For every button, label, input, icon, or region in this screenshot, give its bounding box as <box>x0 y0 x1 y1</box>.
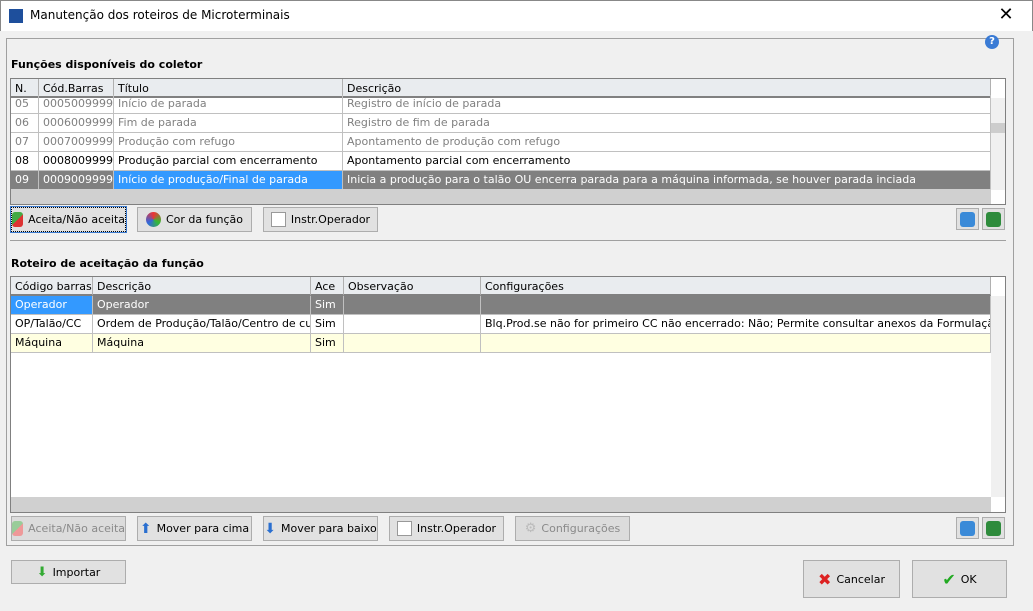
table-cell[interactable]: 09 <box>11 171 39 190</box>
arrow-down-icon: ⬇ <box>264 520 277 537</box>
table-cell[interactable]: Operador <box>11 296 93 315</box>
table-cell[interactable]: Início de produção/Final de parada <box>114 171 343 190</box>
excel-export-icon[interactable] <box>982 517 1005 539</box>
table-cell[interactable]: Registro de fim de parada <box>343 114 991 133</box>
table-cell[interactable] <box>344 296 481 315</box>
document-icon <box>396 521 412 536</box>
table-cell[interactable]: Ordem de Produção/Talão/Centro de custo <box>93 315 311 334</box>
table-cell[interactable]: Máquina <box>11 334 93 353</box>
table-cell[interactable] <box>481 296 991 315</box>
close-button[interactable]: ✕ <box>995 4 1017 25</box>
import-button[interactable]: ⬇ Importar <box>11 560 126 584</box>
layout-icon[interactable] <box>956 208 979 230</box>
functions-label: Funções disponíveis do coletor <box>11 58 203 71</box>
help-icon[interactable]: ? <box>985 35 999 49</box>
table-cell[interactable]: Apontamento parcial com encerramento <box>343 152 991 171</box>
configurations-button[interactable]: ⚙ Configurações <box>515 516 630 541</box>
excel-export-icon[interactable] <box>982 208 1005 230</box>
layout-icon[interactable] <box>956 517 979 539</box>
column-header[interactable]: Código barras <box>11 277 93 296</box>
palette-icon <box>146 212 161 227</box>
routing-grid[interactable]: Código barras Descrição Ace Observação Confi… <box>10 276 1006 513</box>
accept-toggle-button[interactable]: Aceita/Não aceita <box>10 206 127 233</box>
move-down-button[interactable]: ⬇ Mover para baixo <box>263 516 378 541</box>
column-header[interactable]: Ace <box>311 277 344 296</box>
table-cell[interactable]: 07 <box>11 133 39 152</box>
move-up-button[interactable]: ⬆ Mover para cima <box>137 516 252 541</box>
operator-instructions-button[interactable]: Instr.Operador <box>263 207 378 232</box>
cancel-button[interactable]: ✖ Cancelar <box>803 560 900 598</box>
table-cell[interactable]: Blq.Prod.se não for primeiro CC não ence… <box>481 315 991 334</box>
table-cell[interactable]: Inicia a produção para o talão OU encerr… <box>343 171 991 190</box>
functions-grid[interactable]: N. Cód.Barras Título Descrição 05 0005009999 I… <box>10 78 1006 205</box>
column-header[interactable]: Configurações <box>481 277 991 296</box>
column-header[interactable]: Descrição <box>93 277 311 296</box>
table-cell[interactable]: 0005009999 <box>39 95 114 114</box>
vertical-scrollbar[interactable] <box>991 98 1005 190</box>
table-cell[interactable]: Sim <box>311 315 344 334</box>
table-cell[interactable]: 0006009999 <box>39 114 114 133</box>
table-cell[interactable]: 08 <box>11 152 39 171</box>
table-cell[interactable]: Registro de início de parada <box>343 95 991 114</box>
table-cell[interactable]: 0008009999 <box>39 152 114 171</box>
table-cell[interactable]: Produção com refugo <box>114 133 343 152</box>
import-icon: ⬇ <box>36 564 48 580</box>
table-cell[interactable]: Sim <box>311 334 344 353</box>
table-cell[interactable]: Máquina <box>93 334 311 353</box>
table-cell[interactable] <box>481 334 991 353</box>
table-cell[interactable]: 0007009999 <box>39 133 114 152</box>
horizontal-scrollbar[interactable] <box>11 497 991 512</box>
horizontal-scrollbar[interactable] <box>11 189 991 204</box>
table-cell[interactable]: Produção parcial com encerramento <box>114 152 343 171</box>
table-cell[interactable] <box>344 315 481 334</box>
function-color-button[interactable]: Cor da função <box>137 207 252 232</box>
table-cell[interactable] <box>344 334 481 353</box>
table-cell[interactable]: Apontamento de produção com refugo <box>343 133 991 152</box>
check-cross-icon <box>12 212 24 227</box>
table-cell[interactable]: Início de parada <box>114 95 343 114</box>
document-icon <box>270 212 286 227</box>
app-icon <box>9 9 23 23</box>
arrow-up-icon: ⬆ <box>139 520 152 537</box>
window-title: Manutenção dos roteiros de Microterminai… <box>30 8 290 22</box>
gear-icon: ⚙ <box>524 521 537 536</box>
check-icon: ✔ <box>942 569 956 589</box>
table-cell[interactable]: 0009009999 <box>39 171 114 190</box>
table-cell[interactable]: Operador <box>93 296 311 315</box>
ok-button[interactable]: ✔ OK <box>912 560 1007 598</box>
table-cell[interactable]: OP/Talão/CC <box>11 315 93 334</box>
table-cell[interactable]: 06 <box>11 114 39 133</box>
column-header[interactable]: Observação <box>344 277 481 296</box>
accept-toggle-button-2[interactable]: Aceita/Não aceita <box>11 516 126 541</box>
table-cell[interactable]: 05 <box>11 95 39 114</box>
vertical-scrollbar[interactable] <box>991 296 1005 497</box>
routing-label: Roteiro de aceitação da função <box>11 257 204 270</box>
table-cell[interactable]: Sim <box>311 296 344 315</box>
table-cell[interactable]: Fim de parada <box>114 114 343 133</box>
divider <box>10 240 1006 241</box>
check-cross-icon <box>12 521 24 536</box>
operator-instructions-button-2[interactable]: Instr.Operador <box>389 516 504 541</box>
cancel-icon: ✖ <box>818 569 832 589</box>
